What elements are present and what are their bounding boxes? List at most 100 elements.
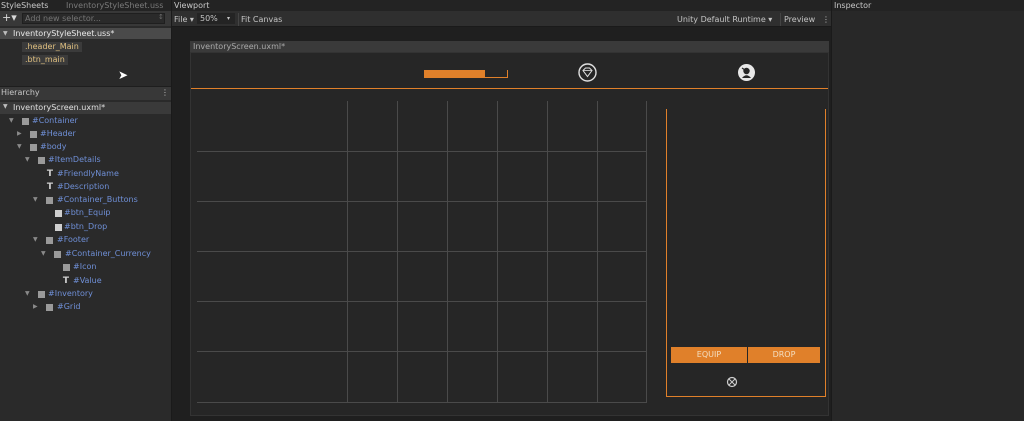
tree-node-label: #btn_Drop	[64, 222, 108, 231]
fold-open-icon: ▼	[17, 143, 22, 150]
file-menu[interactable]: File ▾	[174, 13, 194, 26]
label-text-icon: T	[46, 182, 54, 192]
viewport-panel: Viewport File ▾ 50% ▾ Fit Canvas Unity D…	[172, 0, 831, 421]
grid-line	[646, 101, 647, 403]
tree-node-label: #body	[40, 142, 67, 151]
grid-line	[197, 402, 647, 403]
fit-canvas-button[interactable]: Fit Canvas	[238, 13, 282, 26]
grid-line	[197, 251, 647, 252]
visual-element-icon	[30, 131, 37, 138]
equip-button[interactable]: EQUIP	[671, 347, 747, 363]
stylesheets-toolbar: +▾ ↕	[0, 11, 171, 26]
tree-node-label: #Container_Currency	[65, 249, 151, 258]
fold-closed-icon: ▶	[33, 303, 38, 310]
visual-element-icon	[46, 304, 53, 311]
grid-line	[197, 151, 647, 152]
inspector-panel: Inspector	[832, 0, 1024, 421]
grid-line	[447, 101, 448, 403]
tree-node-label: #btn_Equip	[64, 208, 111, 217]
tree-node-label: #Icon	[73, 262, 97, 271]
visual-element-icon	[54, 251, 61, 258]
zoom-field[interactable]: 50% ▾	[197, 13, 235, 24]
selector-btn-main[interactable]: .btn_main	[22, 55, 68, 65]
grid-line	[197, 301, 647, 302]
tree-node-label: #Value	[73, 276, 102, 285]
button-element-icon	[55, 210, 62, 217]
mouse-cursor-icon: ➤	[118, 68, 129, 82]
viewport-title: Viewport	[174, 1, 210, 10]
fold-closed-icon: ▶	[17, 130, 22, 137]
stylesheet-file-row[interactable]: ▼ InventoryStyleSheet.uss*	[0, 28, 171, 39]
hierarchy-more-icon[interactable]: ⋮	[161, 88, 169, 97]
fold-open-icon: ▼	[25, 156, 30, 163]
header-main	[191, 53, 828, 89]
canvas-title-bar[interactable]: InventoryScreen.uxml*	[190, 41, 829, 52]
add-icon[interactable]: +▾	[2, 12, 17, 24]
visual-element-icon	[30, 144, 37, 151]
progress-bar-track	[424, 70, 508, 78]
grid-line	[597, 101, 598, 403]
currency-icon	[726, 376, 738, 388]
hierarchy-root-row[interactable]: ▼ InventoryScreen.uxml*	[0, 102, 171, 114]
drop-button[interactable]: DROP	[748, 347, 820, 363]
label-text-icon: T	[46, 169, 54, 179]
visual-element-icon	[38, 291, 45, 298]
root-fold-icon: ▼	[3, 103, 8, 110]
hierarchy-panel: Hierarchy ⋮ ▼ InventoryScreen.uxml* ▼ #C…	[0, 86, 171, 421]
hierarchy-header: Hierarchy ⋮	[0, 86, 171, 100]
inventory-grid[interactable]	[197, 101, 647, 403]
character-icon[interactable]	[737, 63, 756, 82]
grid-line	[397, 101, 398, 403]
selector-dropdown-icon[interactable]: ↕	[158, 13, 164, 21]
viewport-toolbar: File ▾ 50% ▾ Fit Canvas Unity Default Ru…	[172, 11, 831, 27]
visual-element-icon	[46, 237, 53, 244]
tree-node-label: #ItemDetails	[48, 155, 101, 164]
preview-toggle[interactable]: Preview	[780, 13, 815, 26]
fold-open-icon: ▼	[9, 117, 14, 124]
canvas-title: InventoryScreen.uxml*	[193, 42, 286, 51]
selector-header-main[interactable]: .header_Main	[22, 42, 82, 52]
visual-element-icon	[22, 118, 29, 125]
visual-element-icon	[63, 264, 70, 271]
tree-node-label: #FriendlyName	[57, 169, 119, 178]
stylesheets-title: StyleSheets	[1, 1, 49, 10]
tree-node-label: #Header	[40, 129, 76, 138]
root-label: InventoryScreen.uxml*	[13, 103, 106, 112]
add-selector-input[interactable]	[22, 13, 165, 24]
fold-open-icon: ▼	[33, 236, 38, 243]
tree-node-label: #Inventory	[48, 289, 93, 298]
stylesheets-panel: StyleSheets InventoryStyleSheet.uss +▾ ↕…	[0, 0, 171, 86]
fold-open-icon: ▼	[25, 290, 30, 297]
fold-open-icon: ▼	[41, 250, 46, 257]
viewport-header: Viewport	[172, 0, 831, 11]
stylesheets-header: StyleSheets InventoryStyleSheet.uss	[0, 0, 171, 11]
item-details-panel: EQUIP DROP	[666, 109, 826, 397]
grid-line	[347, 101, 348, 403]
grid-line	[197, 201, 647, 202]
button-element-icon	[55, 224, 62, 231]
visual-element-icon	[38, 157, 45, 164]
inspector-header: Inspector	[832, 0, 1024, 11]
tree-node-label: #Container	[32, 116, 78, 125]
grid-line	[547, 101, 548, 403]
fold-open-icon: ▼	[33, 196, 38, 203]
visual-element-icon	[46, 197, 53, 204]
label-text-icon: T	[62, 276, 70, 286]
zoom-value: 50%	[200, 14, 218, 23]
viewport-more-icon[interactable]: ⋮	[822, 13, 830, 26]
zoom-arrow-icon: ▾	[227, 15, 231, 22]
hierarchy-title: Hierarchy	[1, 88, 40, 97]
tree-node-label: #Footer	[57, 235, 90, 244]
gem-icon[interactable]	[578, 63, 597, 82]
grid-line	[197, 351, 647, 352]
tree-node-label: #Description	[57, 182, 110, 191]
inspector-title: Inspector	[834, 1, 872, 10]
theme-selector[interactable]: Unity Default Runtime ▾	[677, 13, 772, 26]
inventory-canvas: EQUIP DROP	[190, 52, 829, 416]
stylesheet-file-name: InventoryStyleSheet.uss*	[13, 29, 115, 38]
grid-line	[497, 101, 498, 403]
stylesheet-fold-icon: ▼	[3, 30, 8, 37]
tree-node-label: #Container_Buttons	[57, 195, 138, 204]
progress-bar-fill	[424, 70, 486, 77]
stylesheets-breadcrumb[interactable]: InventoryStyleSheet.uss	[66, 1, 163, 10]
